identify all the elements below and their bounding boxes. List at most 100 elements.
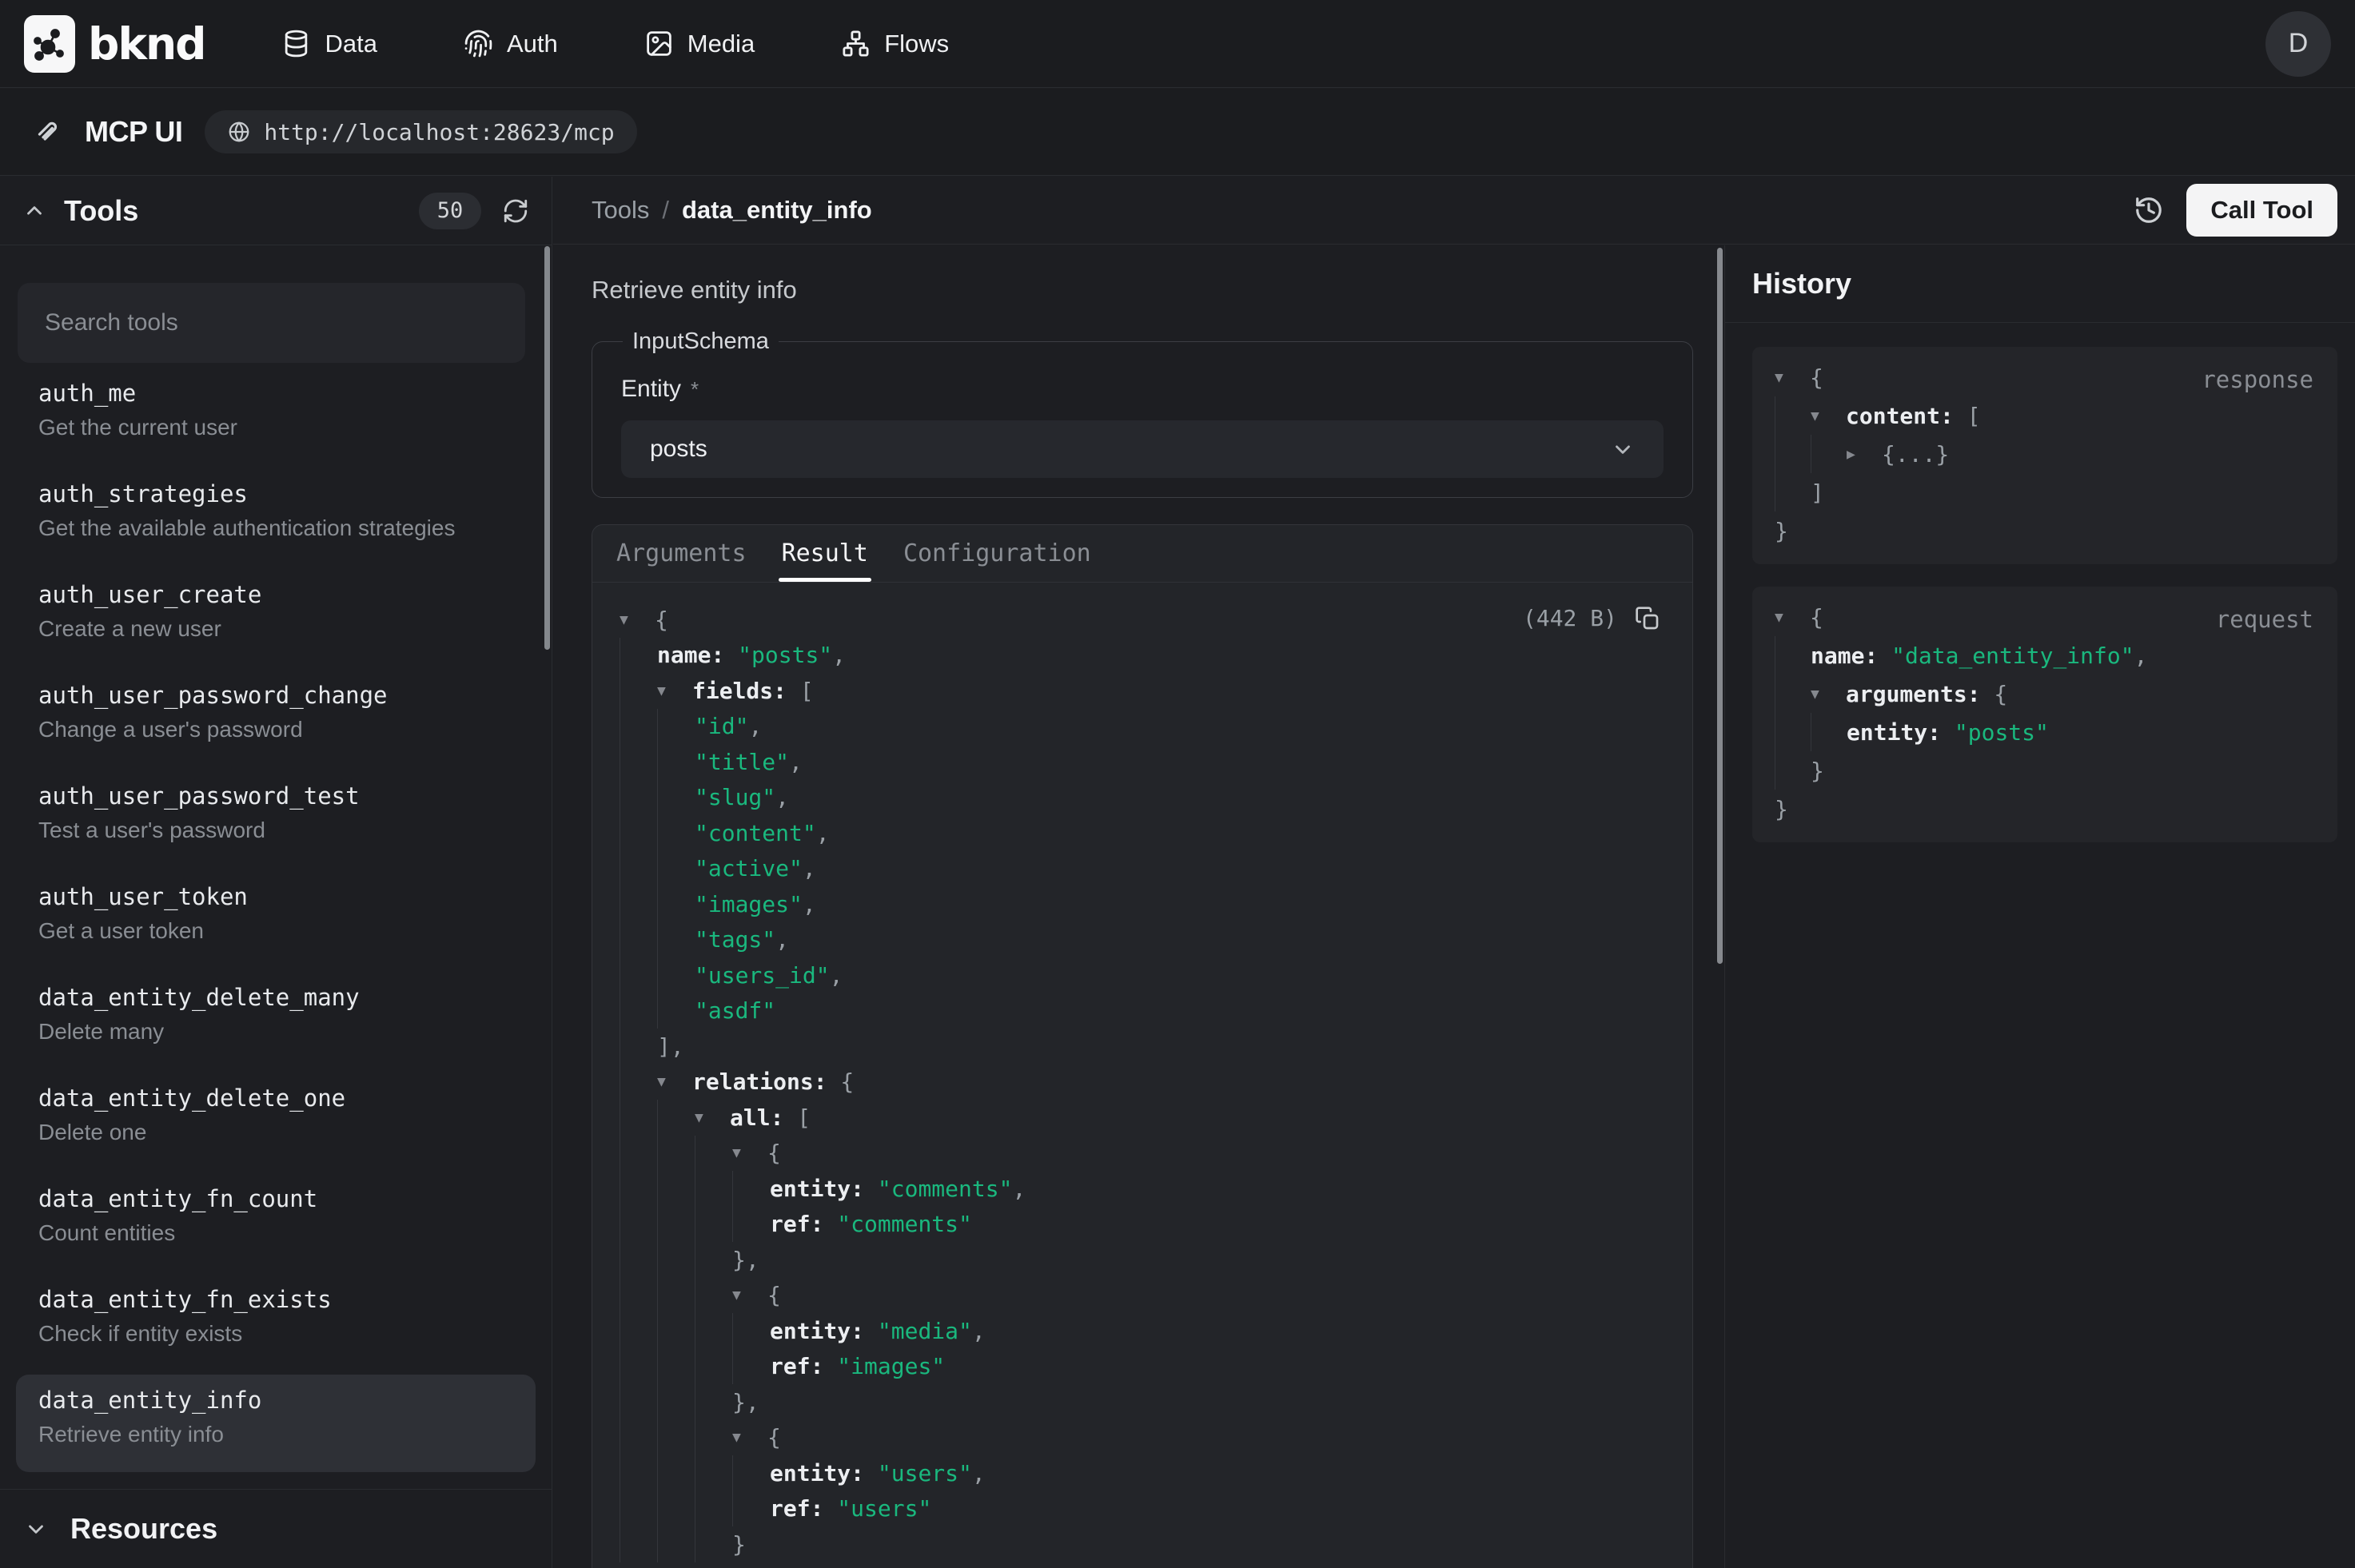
resources-section-header[interactable]: Resources	[0, 1489, 552, 1568]
search-input[interactable]	[18, 283, 525, 363]
image-icon	[644, 29, 674, 58]
indent-guide	[620, 673, 657, 709]
json-string: "posts"	[724, 642, 832, 668]
history-icon[interactable]	[2134, 195, 2164, 225]
indent-guide	[657, 1207, 695, 1243]
json-line: "asdf"	[620, 993, 1692, 1029]
main-scrollbar[interactable]	[1717, 248, 1723, 964]
history-entry-response[interactable]: response▼{▼content: [▶{...}]}	[1752, 347, 2337, 564]
json-string: "asdf"	[695, 997, 775, 1024]
tools-section-header[interactable]: Tools 50	[0, 177, 552, 245]
indent-guide	[657, 1313, 695, 1349]
tool-description: Get the current user	[38, 414, 513, 441]
history-entry-request[interactable]: request▼{name: "data_entity_info",▼argum…	[1752, 587, 2337, 842]
tool-list-item-data_entity_fn_count[interactable]: data_entity_fn_countCount entities	[16, 1173, 536, 1271]
mcp-logo-icon	[34, 117, 62, 146]
indent-guide	[695, 1526, 732, 1562]
json-line: "slug",	[620, 780, 1692, 816]
expand-toggle-icon[interactable]: ▶	[1847, 446, 1882, 463]
json-punct: {	[767, 1424, 781, 1451]
json-punct: ,	[803, 855, 816, 882]
tool-list-item-auth_user_token[interactable]: auth_user_token Get a user token	[16, 871, 536, 969]
collapse-toggle-icon[interactable]: ▼	[620, 611, 655, 628]
json-punct: ,	[1012, 1176, 1026, 1202]
collapse-toggle-icon[interactable]: ▼	[1811, 686, 1846, 702]
entity-select[interactable]: posts	[621, 420, 1664, 478]
tool-description: Get the available authentication strateg…	[38, 515, 513, 542]
json-key: relations:	[692, 1069, 827, 1095]
json-string: "comments"	[864, 1176, 1012, 1202]
indent-guide	[657, 1491, 695, 1527]
tool-description: Test a user's password	[38, 817, 513, 844]
breadcrumb-section[interactable]: Tools	[592, 196, 649, 225]
tool-list-item-data_entity_info[interactable]: data_entity_infoRetrieve entity info	[16, 1375, 536, 1472]
collapse-toggle-icon[interactable]: ▼	[695, 1109, 730, 1126]
tool-list-item-auth_me[interactable]: auth_meGet the current user	[16, 368, 536, 465]
nav-item-label: Media	[687, 30, 755, 58]
json-string: "title"	[695, 749, 789, 775]
collapse-toggle-icon[interactable]: ▼	[657, 683, 692, 699]
tool-list-item-auth_strategies[interactable]: auth_strategiesGet the available authent…	[16, 468, 536, 566]
indent-guide	[657, 780, 695, 816]
json-key: ref:	[770, 1353, 823, 1379]
sidebar-scrollbar[interactable]	[544, 246, 550, 650]
tab-result[interactable]: Result	[782, 525, 868, 582]
nav-item-flows[interactable]: Flows	[841, 29, 949, 58]
indent-guide	[620, 957, 657, 993]
bknd-logo[interactable]: bknd	[24, 15, 205, 73]
tab-arguments[interactable]: Arguments	[616, 525, 747, 582]
collapse-toggle-icon[interactable]: ▼	[732, 1429, 767, 1446]
json-line: ref: "users"	[620, 1491, 1692, 1527]
refresh-icon[interactable]	[502, 197, 529, 225]
tool-name: auth_user_password_test	[38, 782, 513, 810]
tool-name: auth_user_token	[38, 882, 513, 911]
json-key: entity:	[770, 1460, 864, 1486]
mcp-subheader: MCP UI http://localhost:28623/mcp	[0, 89, 2355, 176]
json-line: "content",	[620, 815, 1692, 851]
json-line: ▼fields: [	[620, 673, 1692, 709]
nav-item-label: Data	[325, 30, 377, 58]
copy-icon[interactable]	[1635, 606, 1660, 631]
indent-guide	[695, 1171, 732, 1207]
json-string: "images"	[695, 891, 803, 917]
tool-list-item-auth_user_password_test[interactable]: auth_user_password_test Test a user's pas…	[16, 770, 536, 868]
collapse-toggle-icon[interactable]: ▼	[1811, 408, 1846, 424]
tool-description: Retrieve entity info	[592, 276, 797, 304]
indent-guide	[657, 815, 695, 851]
tool-list-item-data_entity_delete_one[interactable]: data_entity_delete_oneDelete one	[16, 1073, 536, 1170]
tool-list-item-data_entity_delete_many[interactable]: data_entity_delete_manyDelete many	[16, 972, 536, 1069]
json-key: name:	[1811, 643, 1878, 669]
indent-guide	[732, 1171, 770, 1207]
result-tabs: Arguments Result Configuration	[592, 525, 1692, 583]
nav-item-auth[interactable]: Auth	[464, 29, 558, 58]
collapse-toggle-icon[interactable]: ▼	[732, 1144, 767, 1161]
tool-description: Get a user token	[38, 917, 513, 945]
json-key: entity:	[770, 1176, 864, 1202]
tool-description: Change a user's password	[38, 716, 513, 743]
indent-guide	[620, 851, 657, 887]
result-meta: (442 B)	[1523, 605, 1660, 631]
collapse-toggle-icon[interactable]: ▼	[732, 1287, 767, 1303]
collapse-toggle-icon[interactable]: ▼	[1775, 369, 1810, 386]
indent-guide	[620, 1491, 657, 1527]
collapse-toggle-icon[interactable]: ▼	[1775, 609, 1810, 626]
nav-item-data[interactable]: Data	[281, 29, 377, 58]
tool-list-item-data_entity_fn_exists[interactable]: data_entity_fn_existsCheck if entity exi…	[16, 1274, 536, 1371]
user-avatar[interactable]: D	[2265, 11, 2331, 77]
nav-item-media[interactable]: Media	[644, 29, 755, 58]
call-tool-button[interactable]: Call Tool	[2186, 184, 2337, 237]
json-key: fields:	[692, 678, 787, 704]
indent-guide	[695, 1136, 732, 1172]
tool-list-item-auth_user_create[interactable]: auth_user_createCreate a new user	[16, 569, 536, 667]
server-url-pill[interactable]: http://localhost:28623/mcp	[205, 110, 636, 153]
tab-configuration[interactable]: Configuration	[903, 525, 1091, 582]
indent-guide	[620, 780, 657, 816]
collapse-toggle-icon[interactable]: ▼	[657, 1073, 692, 1090]
indent-guide	[657, 1278, 695, 1314]
database-icon	[281, 29, 311, 58]
indent-guide	[657, 744, 695, 780]
json-punct: ,	[748, 713, 762, 739]
json-key: ref:	[770, 1211, 823, 1237]
indent-guide	[620, 1455, 657, 1491]
tool-list-item-auth_user_password_change[interactable]: auth_user_password_changeChange a user's…	[16, 670, 536, 767]
